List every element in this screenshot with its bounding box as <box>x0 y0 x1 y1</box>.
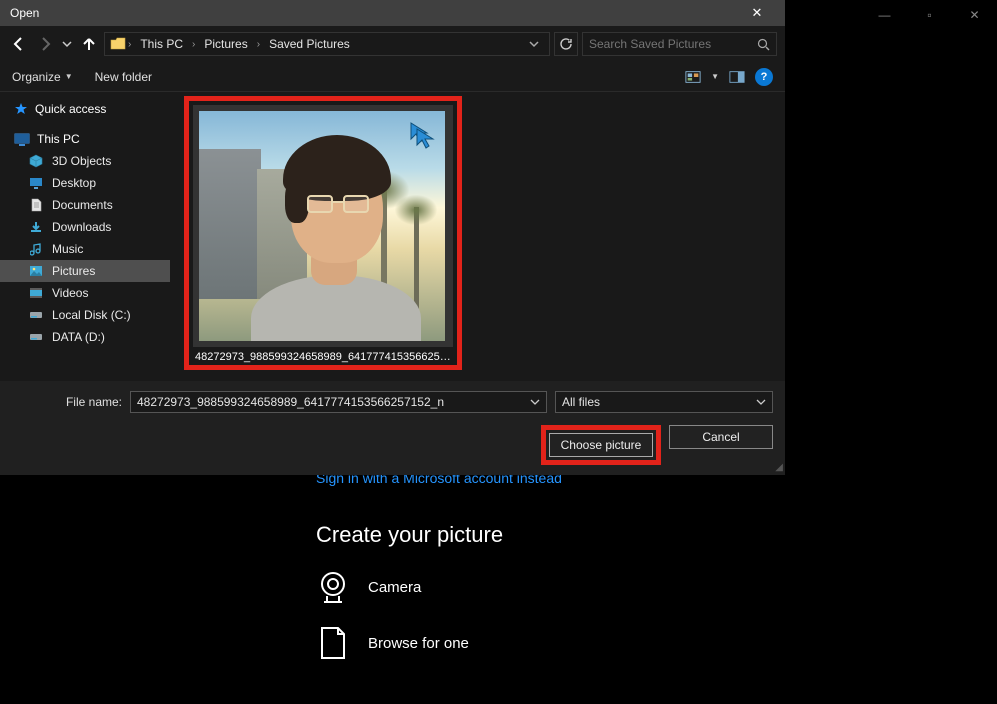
star-icon <box>14 102 28 116</box>
sidebar-this-pc[interactable]: This PC <box>0 128 170 150</box>
sidebar-item-local-disk-c[interactable]: Local Disk (C:) <box>0 304 170 326</box>
sidebar-item-3d-objects[interactable]: 3D Objects <box>0 150 170 172</box>
dialog-title: Open <box>10 6 39 20</box>
breadcrumb-pictures[interactable]: Pictures <box>196 37 255 51</box>
create-picture-heading: Create your picture <box>316 522 876 548</box>
cancel-button[interactable]: Cancel <box>669 425 773 449</box>
organize-button[interactable]: Organize ▼ <box>12 70 73 84</box>
search-input[interactable] <box>589 37 744 51</box>
resize-grip-icon[interactable]: ◢ <box>775 462 783 473</box>
nav-recent-dropdown[interactable] <box>60 33 74 55</box>
sidebar-item-downloads[interactable]: Downloads <box>0 216 170 238</box>
folder-icon <box>109 35 127 53</box>
sidebar: Quick access This PC 3D Objects Desktop <box>0 92 170 381</box>
open-file-dialog: Open ✕ › This PC › Pictures › Saved Pict… <box>0 0 785 475</box>
pc-icon <box>14 133 30 146</box>
desktop-icon <box>28 176 44 190</box>
browse-option[interactable]: Browse for one <box>316 626 876 660</box>
app-close-button[interactable]: ✕ <box>952 0 997 30</box>
video-icon <box>28 286 44 300</box>
file-list-area[interactable]: 48272973_988599324658989_641777415356625… <box>170 92 785 381</box>
download-icon <box>28 220 44 234</box>
camera-label: Camera <box>368 579 421 596</box>
sidebar-item-pictures[interactable]: Pictures <box>0 260 170 282</box>
file-name-label: File name: <box>12 395 122 409</box>
nav-up-button[interactable] <box>78 33 100 55</box>
file-thumbnail[interactable] <box>193 105 453 347</box>
view-thumbnails-button[interactable] <box>685 70 701 84</box>
thumbnail-image <box>199 111 445 341</box>
cursor-overlay-icon <box>405 117 439 151</box>
chevron-down-icon[interactable] <box>756 398 766 406</box>
dialog-titlebar[interactable]: Open ✕ <box>0 0 785 26</box>
app-maximize-button[interactable]: ▫ <box>907 0 952 30</box>
file-name-value: 48272973_988599324658989_641777415356625… <box>137 395 444 409</box>
chevron-down-icon: ▼ <box>65 72 73 81</box>
chevron-down-icon[interactable] <box>530 398 540 406</box>
choose-picture-button[interactable]: Choose picture <box>549 433 653 457</box>
file-type-value: All files <box>562 395 600 409</box>
refresh-button[interactable] <box>554 32 578 56</box>
file-name-combo[interactable]: 48272973_988599324658989_641777415356625… <box>130 391 547 413</box>
sidebar-item-music[interactable]: Music <box>0 238 170 260</box>
choose-picture-highlight: Choose picture <box>541 425 661 465</box>
disk-icon <box>28 308 44 322</box>
dialog-close-button[interactable]: ✕ <box>737 0 777 26</box>
sidebar-item-data-d[interactable]: DATA (D:) <box>0 326 170 348</box>
new-folder-button[interactable]: New folder <box>95 70 152 84</box>
nav-forward-button[interactable] <box>34 33 56 55</box>
browse-label: Browse for one <box>368 635 469 652</box>
document-icon <box>28 198 44 212</box>
chevron-down-icon[interactable] <box>529 40 539 48</box>
breadcrumb-bar[interactable]: › This PC › Pictures › Saved Pictures <box>104 32 550 56</box>
app-minimize-button[interactable]: — <box>862 0 907 30</box>
search-icon <box>757 38 770 51</box>
camera-option[interactable]: Camera <box>316 570 876 604</box>
help-button[interactable]: ? <box>755 68 773 86</box>
disk-icon <box>28 330 44 344</box>
search-box[interactable] <box>582 32 777 56</box>
file-type-combo[interactable]: All files <box>555 391 773 413</box>
browse-icon <box>316 626 350 660</box>
music-icon <box>28 242 44 256</box>
sidebar-item-documents[interactable]: Documents <box>0 194 170 216</box>
sidebar-quick-access[interactable]: Quick access <box>0 98 170 120</box>
breadcrumb-root[interactable]: This PC <box>132 37 191 51</box>
selected-file-highlight: 48272973_988599324658989_641777415356625… <box>184 96 462 370</box>
sidebar-item-desktop[interactable]: Desktop <box>0 172 170 194</box>
nav-back-button[interactable] <box>8 33 30 55</box>
sidebar-item-videos[interactable]: Videos <box>0 282 170 304</box>
preview-pane-button[interactable] <box>729 70 745 84</box>
camera-icon <box>316 570 350 604</box>
pictures-icon <box>28 264 44 278</box>
cube-icon <box>28 154 44 168</box>
file-caption: 48272973_988599324658989_641777415356625… <box>193 347 453 365</box>
view-dropdown[interactable]: ▼ <box>711 72 719 81</box>
breadcrumb-leaf[interactable]: Saved Pictures <box>261 37 358 51</box>
